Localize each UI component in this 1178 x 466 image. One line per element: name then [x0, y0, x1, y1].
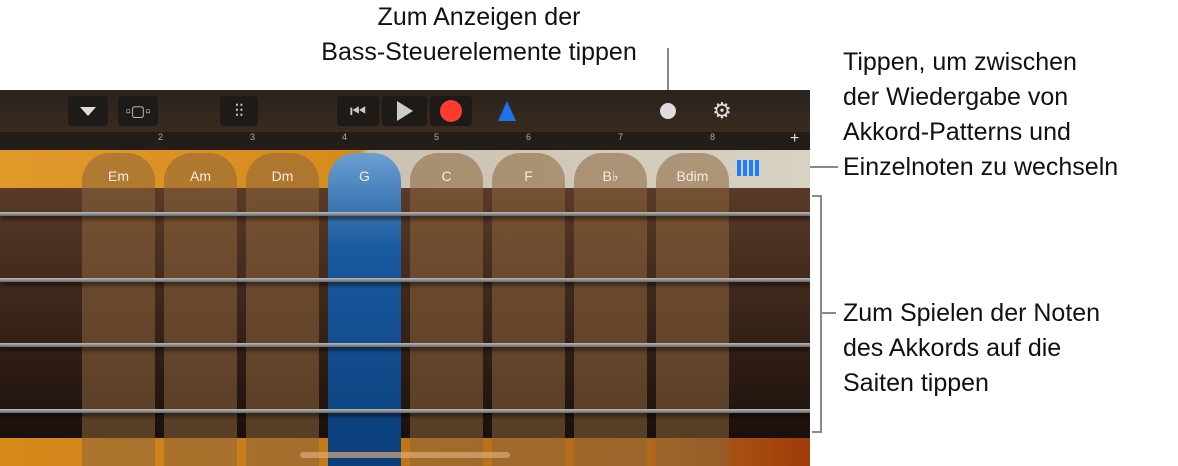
browser-button[interactable] [68, 96, 108, 126]
sliders-icon: ⫶⫶ [234, 100, 244, 121]
bar-number: 3 [250, 132, 256, 142]
metronome-button[interactable] [490, 96, 524, 126]
callout-line: der Wiedergabe von [843, 83, 1069, 111]
bar-number: 6 [526, 132, 532, 142]
chord-strip[interactable]: Am [164, 153, 237, 466]
record-icon [440, 100, 462, 122]
tracks-view-icon: ▫▢▫ [125, 103, 151, 120]
bar-number: 7 [618, 132, 624, 142]
callout-line: Zum Spielen der Noten [843, 299, 1101, 327]
callout-line: Bass-Steuerelemente tippen [321, 38, 637, 66]
callout-line: Einzelnoten zu wechseln [843, 153, 1119, 181]
chord-strip[interactable]: B♭ [574, 153, 647, 466]
callout-line: Tippen, um zwischen [843, 48, 1077, 76]
settings-button[interactable]: ⚙ [706, 96, 738, 126]
string[interactable] [0, 278, 810, 282]
play-button[interactable] [382, 96, 427, 126]
chord-strip[interactable]: F [492, 153, 565, 466]
triangle-down-icon [80, 106, 96, 116]
rewind-button[interactable]: ⏮ [337, 96, 379, 126]
chord-strip[interactable]: Bdim [656, 153, 729, 466]
string[interactable] [0, 343, 810, 347]
chord-label: G [359, 168, 370, 184]
bass-screen: ▫▢▫ ⫶⫶ ⏮ ⚙ 2 3 4 5 6 7 8 + Em Am Dm G C F B♭ Bd… [0, 90, 810, 466]
mixer-button[interactable]: ⫶⫶ [220, 96, 258, 126]
bar-number: 5 [434, 132, 440, 142]
chord-strip[interactable]: Dm [246, 153, 319, 466]
callout-line: Saiten tippen [843, 369, 989, 397]
chord-label: Em [108, 168, 129, 184]
chord-label: F [524, 168, 533, 184]
knob-icon [660, 103, 676, 119]
callout-toggle: Tippen, um zwischen der Wiedergabe von A… [843, 45, 1118, 185]
add-section-button[interactable]: + [790, 130, 799, 148]
bass-controls-button[interactable] [652, 96, 684, 126]
chord-notes-toggle[interactable] [737, 160, 761, 176]
chord-label: Am [190, 168, 211, 184]
chord-label: Dm [271, 168, 294, 184]
callout-strings: Zum Spielen der Noten des Akkords auf di… [843, 296, 1100, 401]
bar-number: 2 [158, 132, 164, 142]
leader-line [822, 312, 836, 314]
gear-icon: ⚙ [712, 98, 732, 123]
callout-line: des Akkords auf die [843, 334, 1062, 362]
home-indicator [300, 452, 510, 458]
play-icon [396, 101, 413, 121]
chord-label: C [441, 168, 452, 184]
string[interactable] [0, 409, 810, 413]
callout-line: Zum Anzeigen der [377, 3, 581, 31]
chord-strip[interactable]: C [410, 153, 483, 466]
callout-line: Akkord-Patterns und [843, 118, 1071, 146]
ruler[interactable]: 2 3 4 5 6 7 8 + [0, 130, 810, 150]
string[interactable] [0, 212, 810, 216]
callout-bass-controls: Zum Anzeigen der Bass-Steuerelemente tip… [286, 0, 672, 70]
chord-strip[interactable]: G [328, 153, 401, 466]
metronome-icon [498, 101, 516, 121]
view-button[interactable]: ▫▢▫ [118, 96, 158, 126]
bar-number: 4 [342, 132, 348, 142]
chord-strip[interactable]: Em [82, 153, 155, 466]
chord-label: B♭ [602, 168, 619, 184]
skip-back-icon: ⏮ [349, 100, 367, 121]
record-button[interactable] [430, 96, 472, 126]
toolbar: ▫▢▫ ⫶⫶ ⏮ ⚙ [0, 90, 810, 132]
chord-label: Bdim [676, 168, 709, 184]
bar-number: 8 [710, 132, 716, 142]
bracket [812, 195, 822, 433]
